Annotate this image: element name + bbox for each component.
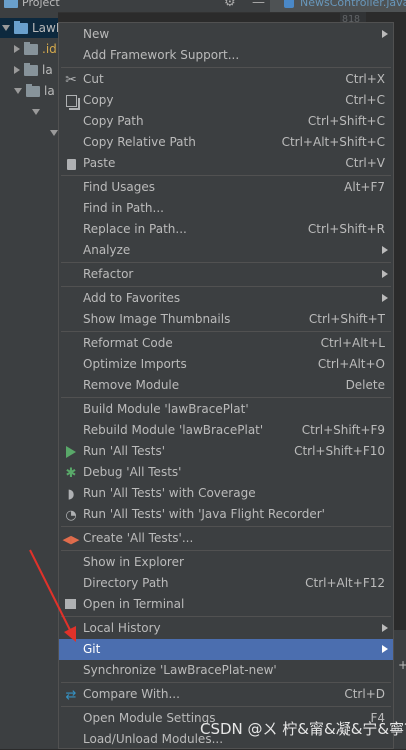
annotation-arrow (29, 549, 76, 642)
watermark: CSDN @ㄨ 柠&甯&凝&宁&寧？ (200, 720, 406, 738)
